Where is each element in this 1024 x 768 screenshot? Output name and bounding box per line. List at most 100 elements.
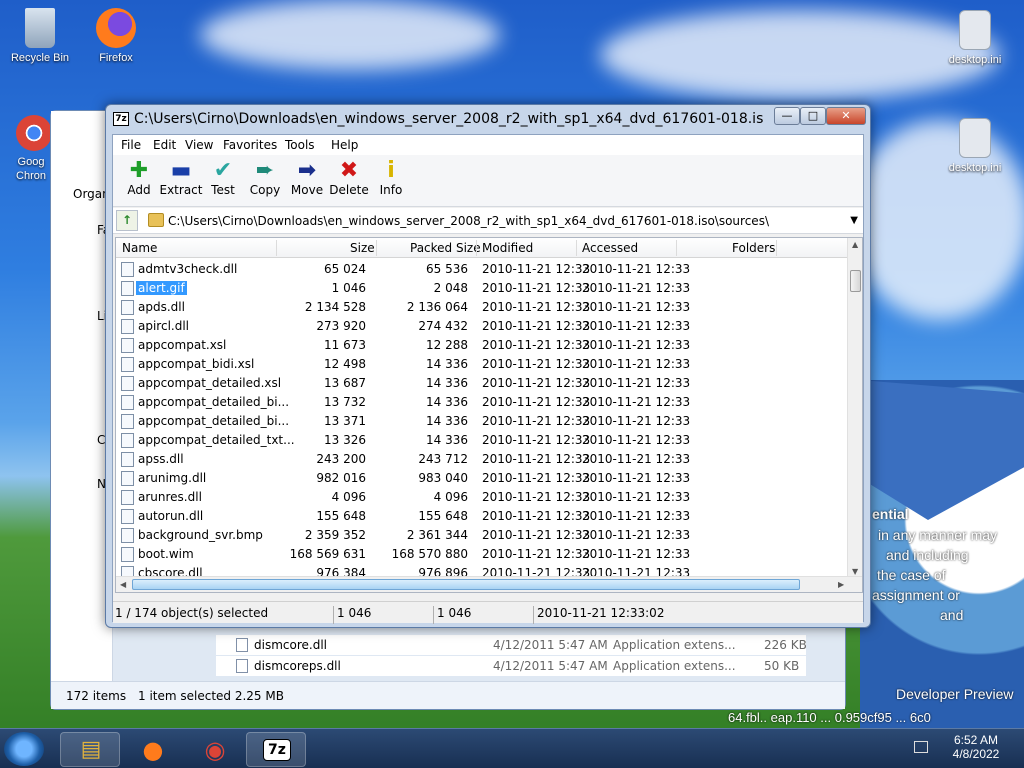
taskbar-item-7zip[interactable]: 7z	[246, 732, 306, 767]
file-row[interactable]: appcompat_bidi.xsl 12 498 14 336 2010-11-21…	[116, 355, 848, 374]
scroll-down-icon[interactable]: ▼	[852, 567, 858, 576]
close-button[interactable]: ✕	[826, 107, 866, 125]
file-name: apircl.dll	[138, 319, 190, 333]
file-modified: 2010-11-21 12:33	[482, 395, 591, 409]
file-name: autorun.dll	[138, 509, 204, 523]
file-row[interactable]: apds.dll 2 134 528 2 136 064 2010-11-21 12:…	[116, 298, 848, 317]
file-row[interactable]: arunres.dll 4 096 4 096 2010-11-21 12:33 201…	[116, 488, 848, 507]
address-path: C:\Users\Cirno\Downloads\en_windows_serv…	[168, 214, 769, 228]
file-row[interactable]: alert.gif 1 046 2 048 2010-11-21 12:33 2010-…	[116, 279, 848, 298]
column-accessed[interactable]: Accessed	[582, 241, 638, 255]
menu-view[interactable]: View	[185, 138, 213, 152]
file-size: 2 359 352	[304, 528, 366, 542]
file-icon	[121, 528, 134, 543]
column-packed-size[interactable]: Packed Size	[410, 241, 481, 255]
menu-tools[interactable]: Tools	[285, 138, 315, 152]
test-button[interactable]: ✔ Test	[201, 159, 245, 198]
folder-icon: ▤	[80, 737, 102, 762]
scroll-left-icon[interactable]: ◀	[120, 580, 126, 589]
column-modified[interactable]: Modified	[482, 241, 533, 255]
explorer-file-row[interactable]: dismcore.dll 4/12/2011 5:47 AM Applicati…	[216, 635, 807, 655]
scroll-right-icon[interactable]: ▶	[838, 580, 844, 589]
vertical-scrollbar[interactable]: ▲ ▼	[847, 238, 862, 578]
file-row[interactable]: appcompat_detailed_txt... 13 326 14 336 201…	[116, 431, 848, 450]
folder-icon	[148, 213, 164, 227]
recycle-bin-icon	[25, 8, 55, 48]
file-icon	[121, 319, 134, 334]
menu-edit[interactable]: Edit	[153, 138, 176, 152]
file-modified: 2010-11-21 12:33	[482, 509, 591, 523]
file-size: 273 920	[316, 319, 366, 333]
file-row[interactable]: arunimg.dll 982 016 983 040 2010-11-21 12:3…	[116, 469, 848, 488]
tool-label: Info	[379, 183, 403, 197]
explorer-nav-pane: Organ Fa Li C N	[51, 111, 113, 709]
desktop-icon-label: Firefox	[99, 52, 133, 64]
desktop-icon-firefox[interactable]: Firefox	[76, 8, 156, 64]
firefox-icon: ●	[142, 736, 164, 764]
delete-button[interactable]: ✖ Delete	[327, 159, 371, 198]
horizontal-scrollbar[interactable]: ◀ ▶	[116, 576, 862, 592]
explorer-file-name: dismcore.dll	[254, 638, 327, 652]
maximize-button[interactable]: □	[800, 107, 826, 125]
file-row[interactable]: appcompat_detailed.xsl 13 687 14 336 2010-1…	[116, 374, 848, 393]
up-folder-button[interactable]: ↑	[116, 210, 138, 231]
file-row[interactable]: boot.wim 168 569 631 168 570 880 2010-11-21…	[116, 545, 848, 564]
taskbar-item-firefox[interactable]: ●	[122, 732, 182, 767]
file-name: appcompat_detailed_bi...	[138, 414, 290, 428]
file-list[interactable]: Name Size Packed Size Modified Accessed …	[115, 237, 863, 593]
menu-favorites[interactable]: Favorites	[223, 138, 277, 152]
horizontal-scroll-thumb[interactable]	[132, 579, 800, 590]
desktop-icon-desktop-ini[interactable]: desktop.ini	[935, 118, 1015, 174]
file-row[interactable]: appcompat.xsl 11 673 12 288 2010-11-21 12:3…	[116, 336, 848, 355]
network-icon[interactable]	[914, 741, 928, 753]
file-accessed: 2010-11-21 12:33	[582, 452, 691, 466]
toolbar: ✚ Add ▬ Extract ✔ Test ➨ Copy ➡ Move ✖ D…	[113, 155, 863, 207]
start-button[interactable]	[4, 732, 44, 766]
system-clock[interactable]: 6:52 AM 4/8/2022	[936, 733, 1016, 761]
wallpaper-text: the case of	[877, 567, 946, 583]
firefox-icon	[96, 8, 136, 48]
file-row[interactable]: background_svr.bmp 2 359 352 2 361 344 2010…	[116, 526, 848, 545]
explorer-file-row[interactable]: dismcoreps.dll 4/12/2011 5:47 AM Applica…	[216, 656, 806, 676]
minimize-button[interactable]: —	[774, 107, 800, 125]
sevenzip-window[interactable]: 7z C:\Users\Cirno\Downloads\en_windows_s…	[105, 104, 871, 628]
menu-help[interactable]: Help	[331, 138, 358, 152]
desktop-icon-chrome-partial[interactable]: Goog Chron	[0, 115, 52, 183]
explorer-file-date: 4/12/2011 5:47 AM	[493, 638, 608, 652]
desktop-icon-label: Recycle Bin	[10, 52, 70, 64]
move-button[interactable]: ➡ Move	[285, 159, 329, 198]
file-row[interactable]: autorun.dll 155 648 155 648 2010-11-21 12:3…	[116, 507, 848, 526]
file-row[interactable]: appcompat_detailed_bi... 13 732 14 336 2010…	[116, 393, 848, 412]
desktop-icon-recycle-bin[interactable]: Recycle Bin	[0, 8, 80, 64]
desktop-icon-desktop-ini[interactable]: desktop.ini	[935, 10, 1015, 66]
menu-file[interactable]: File	[121, 138, 141, 152]
scroll-up-icon[interactable]: ▲	[852, 240, 858, 249]
add-button[interactable]: ✚ Add	[117, 159, 161, 198]
extract-button[interactable]: ▬ Extract	[159, 159, 203, 198]
file-packed-size: 14 336	[426, 376, 468, 390]
column-name[interactable]: Name	[122, 241, 157, 255]
address-combo[interactable]: C:\Users\Cirno\Downloads\en_windows_serv…	[143, 210, 861, 231]
file-accessed: 2010-11-21 12:33	[582, 338, 691, 352]
file-accessed: 2010-11-21 12:33	[582, 262, 691, 276]
desktop-icon-label: Goog Chron	[16, 156, 46, 182]
file-icon	[121, 281, 134, 296]
vertical-scroll-thumb[interactable]	[850, 270, 861, 292]
taskbar-item-explorer[interactable]: ▤	[60, 732, 120, 767]
taskbar-item-chrome[interactable]: ◉	[184, 732, 244, 767]
info-button[interactable]: i Info	[369, 159, 413, 198]
column-size[interactable]: Size	[350, 241, 375, 255]
file-modified: 2010-11-21 12:33	[482, 452, 591, 466]
copy-button[interactable]: ➨ Copy	[243, 159, 287, 198]
file-row[interactable]: apircl.dll 273 920 274 432 2010-11-21 12:33…	[116, 317, 848, 336]
file-row[interactable]: apss.dll 243 200 243 712 2010-11-21 12:33 20…	[116, 450, 848, 469]
file-modified: 2010-11-21 12:33	[482, 433, 591, 447]
chevron-down-icon[interactable]: ▼	[850, 215, 858, 226]
column-folders[interactable]: Folders	[732, 241, 775, 255]
file-row[interactable]: appcompat_detailed_bi... 13 371 14 336 2010…	[116, 412, 848, 431]
title-bar[interactable]: 7z C:\Users\Cirno\Downloads\en_windows_s…	[106, 105, 870, 133]
settings-file-icon	[959, 118, 991, 158]
file-row[interactable]: admtv3check.dll 65 024 65 536 2010-11-21 12…	[116, 260, 848, 279]
wallpaper-text: in any manner may	[878, 527, 998, 543]
file-name: apss.dll	[138, 452, 184, 466]
